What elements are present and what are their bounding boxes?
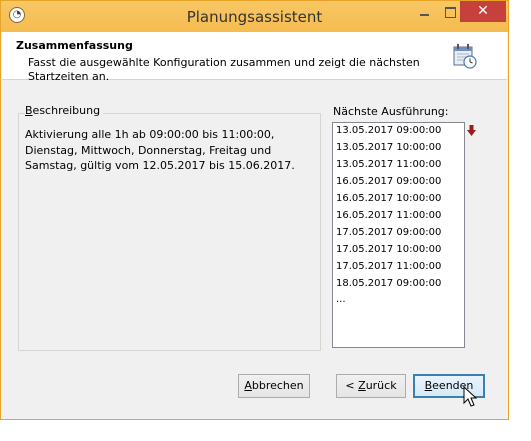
list-item[interactable]: 16.05.2017 10:00:00 bbox=[336, 193, 441, 204]
minimize-button[interactable] bbox=[411, 1, 437, 22]
list-item[interactable]: 13.05.2017 09:00:00 bbox=[336, 125, 441, 136]
next-runs-label: Nächste Ausführung: bbox=[333, 105, 449, 118]
list-item[interactable]: ... bbox=[336, 294, 346, 305]
close-button[interactable]: ✕ bbox=[460, 1, 506, 22]
list-item[interactable]: 16.05.2017 09:00:00 bbox=[336, 176, 441, 187]
list-item[interactable]: 13.05.2017 11:00:00 bbox=[336, 159, 441, 170]
red-down-arrow-icon[interactable] bbox=[467, 125, 476, 137]
list-item[interactable]: 18.05.2017 09:00:00 bbox=[336, 278, 441, 289]
maximize-icon bbox=[445, 7, 456, 18]
wizard-header: Zusammenfassung Fasst die ausgewählte Ko… bbox=[2, 32, 507, 83]
calendar-clock-icon bbox=[453, 44, 477, 69]
mouse-cursor-icon bbox=[463, 386, 477, 407]
page-description: Fasst die ausgewählte Konfiguration zusa… bbox=[28, 56, 420, 83]
close-icon: ✕ bbox=[477, 3, 489, 19]
page-title: Zusammenfassung bbox=[16, 39, 133, 52]
back-button[interactable]: < Zurück bbox=[336, 374, 406, 398]
list-item[interactable]: 16.05.2017 11:00:00 bbox=[336, 210, 441, 221]
minimize-icon bbox=[420, 14, 429, 16]
next-runs-list[interactable]: 13.05.2017 09:00:00 13.05.2017 10:00:00 … bbox=[332, 122, 465, 348]
title-bar[interactable]: ◔ Planungsassistent ✕ bbox=[1, 1, 508, 32]
list-item[interactable]: 17.05.2017 09:00:00 bbox=[336, 227, 441, 238]
description-label: Beschreibung bbox=[25, 104, 104, 117]
list-item[interactable]: 17.05.2017 11:00:00 bbox=[336, 261, 441, 272]
description-text: Aktivierung alle 1h ab 09:00:00 bis 11:0… bbox=[25, 128, 295, 172]
wizard-window: ◔ Planungsassistent ✕ Zusammenfassung Fa… bbox=[0, 0, 509, 420]
list-item[interactable]: 17.05.2017 10:00:00 bbox=[336, 244, 441, 255]
list-item[interactable]: 13.05.2017 10:00:00 bbox=[336, 142, 441, 153]
cancel-button[interactable]: Abbrechen bbox=[238, 374, 310, 398]
